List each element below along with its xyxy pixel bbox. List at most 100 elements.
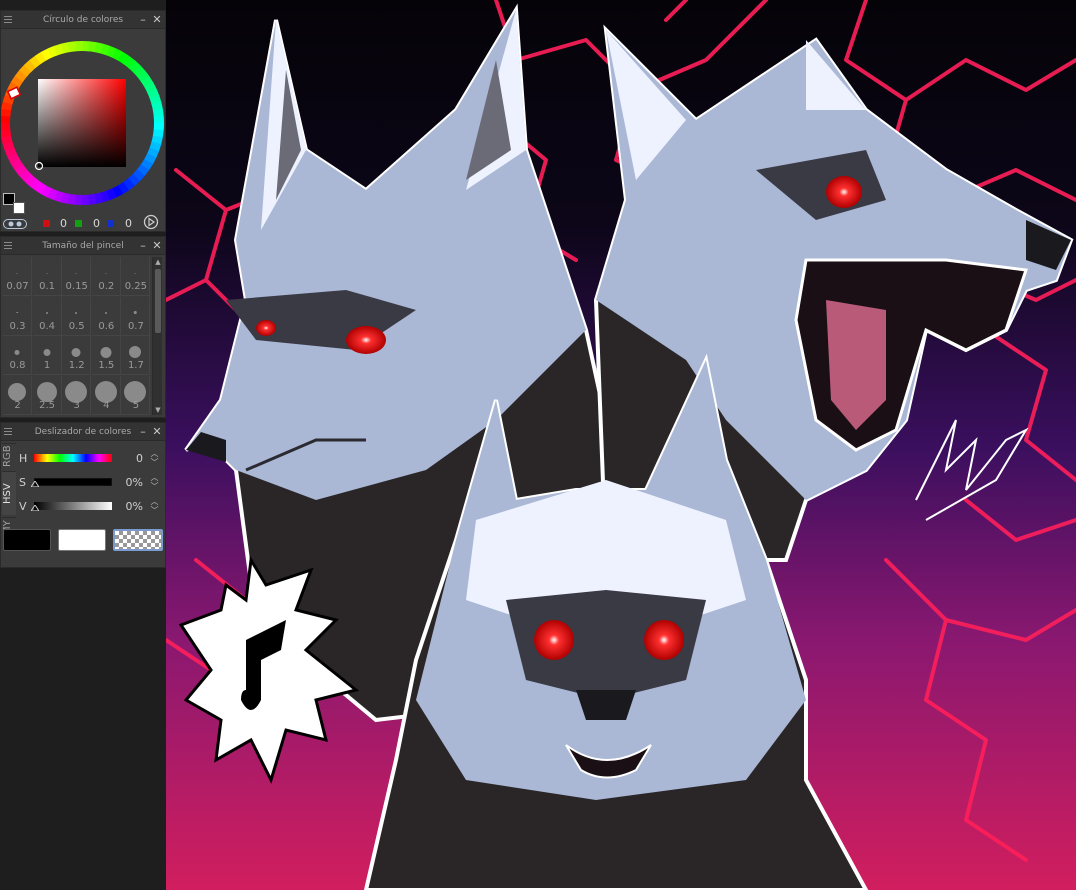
brush-size-option[interactable]: 2.5: [32, 375, 62, 415]
brush-size-option[interactable]: 0.15: [62, 257, 92, 296]
brush-size-dot: [75, 311, 78, 314]
brush-size-dot: [104, 311, 107, 314]
brush-size-option[interactable]: 0.6: [91, 296, 121, 336]
slider-row-h: H 0 ︿ ﹀: [19, 447, 163, 471]
main-color-chip[interactable]: [3, 529, 51, 551]
brush-size-label: 0.4: [39, 320, 56, 332]
brush-size-dot: [43, 348, 51, 356]
brush-size-label: 0.7: [127, 320, 144, 332]
panel-menu-icon[interactable]: [4, 242, 12, 249]
color-wheel[interactable]: [1, 39, 167, 209]
brush-size-label: 0.2: [98, 281, 115, 292]
brush-size-option[interactable]: 1.5: [91, 336, 121, 375]
panel-menu-icon[interactable]: [4, 16, 12, 23]
brush-size-label: 1.5: [98, 360, 115, 371]
panel-title: Círculo de colores: [42, 15, 124, 25]
eye: [826, 176, 862, 208]
brush-size-dot: [134, 311, 137, 314]
scroll-down-icon[interactable]: ▼: [153, 405, 163, 415]
scroll-up-icon[interactable]: ▲: [153, 257, 163, 267]
slider-value[interactable]: 0%: [126, 500, 143, 513]
brush-size-label: 2.5: [39, 399, 56, 411]
value-slider[interactable]: [34, 502, 112, 510]
transparent-color-chip[interactable]: [113, 529, 163, 551]
brush-size-option[interactable]: 1.7: [121, 336, 151, 375]
red-value: 0: [60, 217, 67, 230]
brush-size-dot: [8, 382, 26, 401]
brush-size-label: 1: [43, 360, 51, 371]
brush-size-option[interactable]: 0.25: [121, 257, 151, 296]
brush-size-dot: [75, 272, 77, 274]
brush-size-option[interactable]: 0.07: [3, 257, 32, 296]
color-slider-panel: Deslizador de colores – ✕ RGB HSV CMY H …: [0, 422, 166, 568]
sub-color-swatch[interactable]: [13, 202, 25, 214]
close-icon[interactable]: ✕: [151, 237, 163, 255]
red-indicator: [43, 220, 50, 227]
brush-size-option[interactable]: 0.1: [32, 257, 62, 296]
tab-hsv[interactable]: HSV: [2, 471, 16, 515]
brush-size-option[interactable]: 1.2: [62, 336, 92, 375]
brush-size-label: 3: [73, 399, 80, 411]
brush-size-dot: [100, 346, 112, 358]
panel-title: Deslizador de colores: [34, 427, 132, 437]
brush-size-option[interactable]: 2: [3, 375, 32, 415]
color-wheel-titlebar[interactable]: Círculo de colores – ✕: [1, 11, 165, 29]
saturation-value-shade: [38, 79, 126, 167]
transparency-icon[interactable]: [3, 219, 27, 229]
rgb-readout: 0 0 0: [39, 214, 165, 232]
artwork: [166, 0, 1076, 890]
panel-menu-icon[interactable]: [4, 428, 12, 435]
canvas-area[interactable]: [166, 0, 1076, 890]
blue-indicator: [107, 220, 114, 227]
slider-value[interactable]: 0: [136, 452, 143, 465]
color-slider-titlebar[interactable]: Deslizador de colores – ✕: [1, 423, 165, 441]
brush-size-option[interactable]: 0.5: [62, 296, 92, 336]
brush-size-label: 0.5: [68, 320, 85, 332]
brush-size-label: 5: [132, 399, 140, 411]
brush-size-grid: 0.07 0.1 0.15 0.2 0.25 0.3 0.4 0.5 0.6 0.7 0.8 1 1.2…: [3, 257, 151, 415]
brush-size-titlebar[interactable]: Tamaño del pincel – ✕: [1, 237, 165, 255]
brush-size-option[interactable]: 0.3: [3, 296, 32, 336]
brush-size-dot: [105, 272, 107, 274]
brush-size-option[interactable]: 4: [91, 375, 121, 415]
brush-size-label: 0.6: [98, 320, 115, 332]
slider-value[interactable]: 0%: [126, 476, 143, 489]
brush-size-option[interactable]: 0.2: [91, 257, 121, 296]
scroll-thumb[interactable]: [155, 269, 161, 333]
slider-marker-icon[interactable]: [31, 505, 39, 511]
brush-size-dot: [14, 349, 20, 355]
eye: [346, 326, 386, 354]
brush-size-scrollbar[interactable]: ▲ ▼: [152, 257, 162, 415]
brush-size-option[interactable]: 5: [121, 375, 151, 415]
main-sub-color-indicator[interactable]: [3, 191, 27, 217]
brush-size-dot: [36, 381, 57, 402]
brush-size-dot: [134, 272, 136, 274]
slider-marker-icon[interactable]: [31, 481, 39, 487]
brush-size-label: 0.3: [9, 320, 26, 332]
play-icon[interactable]: [143, 214, 159, 230]
sub-color-chip[interactable]: [58, 529, 106, 551]
spin-arrows-icon[interactable]: ︿ ﹀: [150, 497, 159, 515]
green-value: 0: [93, 217, 100, 230]
brush-size-option[interactable]: 1: [32, 336, 62, 375]
saturation-slider[interactable]: [34, 478, 112, 486]
brush-size-dot: [129, 346, 142, 358]
minimize-icon[interactable]: –: [137, 237, 149, 255]
slider-row-v: V 0% ︿ ﹀: [19, 495, 163, 519]
brush-size-option[interactable]: 0.4: [32, 296, 62, 336]
minimize-icon[interactable]: –: [137, 11, 149, 29]
brush-size-panel: Tamaño del pincel – ✕ 0.07 0.1 0.15 0.2 0.25…: [0, 236, 166, 418]
brush-size-option[interactable]: 0.8: [3, 336, 32, 375]
spin-arrows-icon[interactable]: ︿ ﹀: [150, 449, 159, 467]
color-wheel-panel: Círculo de colores – ✕ 0 0 0: [0, 10, 166, 232]
close-icon[interactable]: ✕: [151, 423, 163, 441]
close-icon[interactable]: ✕: [151, 11, 163, 29]
eye: [644, 620, 684, 660]
brush-size-option[interactable]: 0.7: [121, 296, 151, 336]
slider-label: V: [19, 500, 27, 513]
tab-rgb[interactable]: RGB: [2, 443, 16, 469]
minimize-icon[interactable]: –: [137, 423, 149, 441]
spin-arrows-icon[interactable]: ︿ ﹀: [150, 473, 159, 491]
brush-size-option[interactable]: 3: [62, 375, 92, 415]
hue-slider[interactable]: [34, 454, 112, 462]
